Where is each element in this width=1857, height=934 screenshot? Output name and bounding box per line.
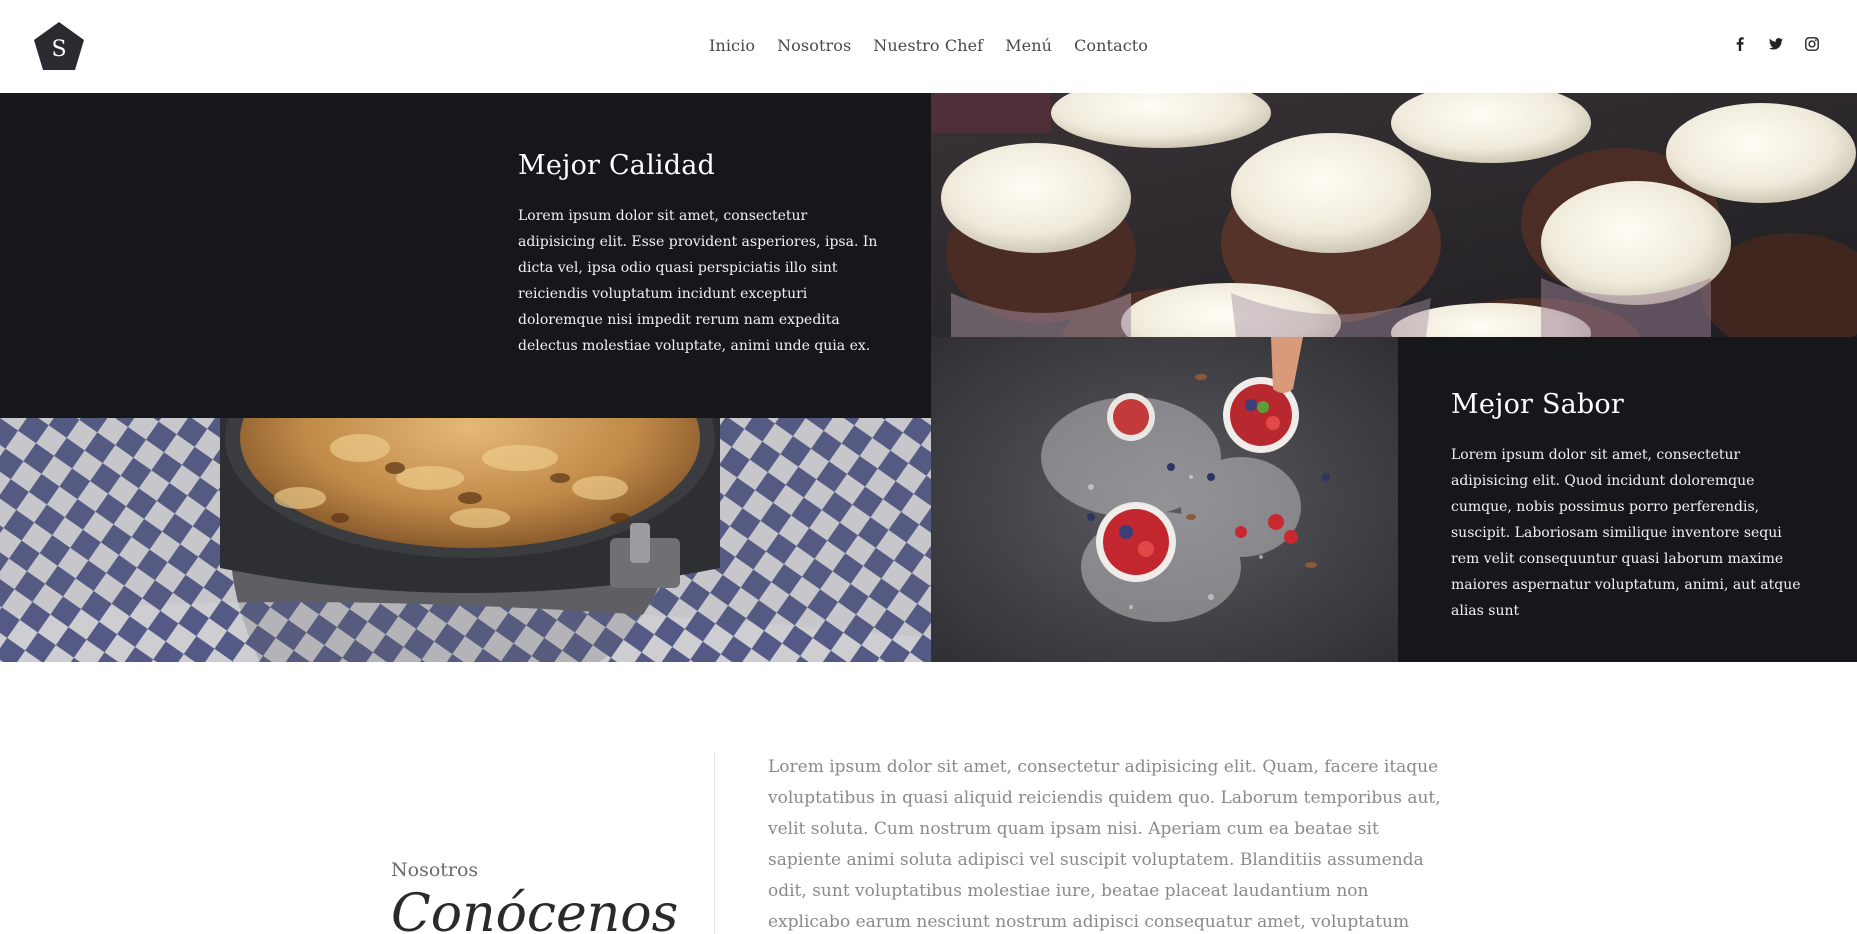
social-links <box>1732 36 1820 52</box>
feature-title: Mejor Sabor <box>1451 389 1624 420</box>
facebook-icon[interactable] <box>1732 36 1748 52</box>
nav-item-contacto[interactable]: Contacto <box>1074 36 1148 55</box>
feature-text: Lorem ipsum dolor sit amet, consectetur … <box>518 208 878 354</box>
logo[interactable]: S <box>33 21 85 71</box>
section-eyebrow: Nosotros <box>391 859 479 881</box>
apple-pie-image <box>0 418 931 662</box>
about-text: Lorem ipsum dolor sit amet, consectetur … <box>768 757 1441 932</box>
nav-item-nuestro-chef[interactable]: Nuestro Chef <box>873 36 983 55</box>
section-title: Conócenos <box>391 884 679 934</box>
feature-block-quality: Mejor Calidad Lorem ipsum dolor sit amet… <box>0 93 931 418</box>
features-grid: Mejor Calidad Lorem ipsum dolor sit amet… <box>0 93 1857 662</box>
logo-letter: S <box>51 37 66 62</box>
feature-text: Lorem ipsum dolor sit amet, consectetur … <box>1451 447 1801 619</box>
twitter-icon[interactable] <box>1768 36 1784 52</box>
berries-image <box>931 337 1398 662</box>
site-header: S Inicio Nosotros Nuestro Chef Menú Cont… <box>0 0 1857 93</box>
nav-item-inicio[interactable]: Inicio <box>709 36 755 55</box>
cupcakes-image <box>931 93 1857 337</box>
feature-block-flavor: Mejor Sabor Lorem ipsum dolor sit amet, … <box>1398 337 1857 662</box>
divider <box>714 752 715 934</box>
instagram-icon[interactable] <box>1804 36 1820 52</box>
about-section: Nosotros Conócenos Lorem ipsum dolor sit… <box>0 662 1857 934</box>
nav-item-menu[interactable]: Menú <box>1005 36 1052 55</box>
nav-item-nosotros[interactable]: Nosotros <box>777 36 851 55</box>
feature-title: Mejor Calidad <box>518 150 716 181</box>
main-nav: Inicio Nosotros Nuestro Chef Menú Contac… <box>709 36 1148 55</box>
